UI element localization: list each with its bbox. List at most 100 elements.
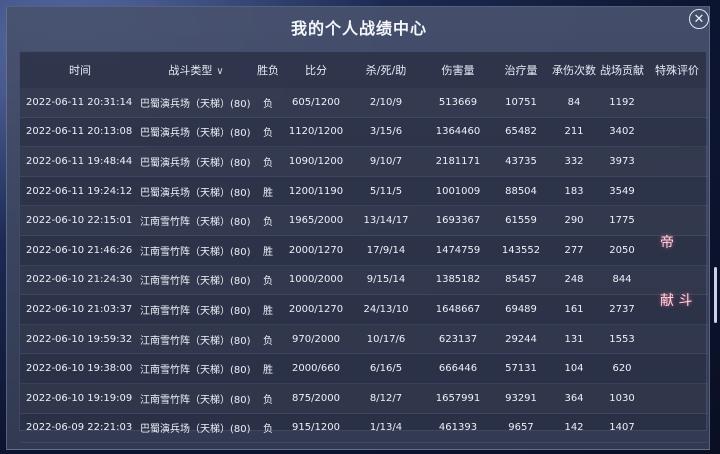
header-result: 胜负: [257, 64, 279, 77]
cell-score: 605/1200: [292, 96, 340, 108]
table-row[interactable]: 2022-06-11 19:48:44 巴蜀演兵场（天梯）(80) 负 1090/12…: [20, 147, 708, 177]
table-row[interactable]: 2022-06-10 21:03:37 江南雪竹阵（天梯）(80) 胜 2000/12…: [20, 295, 708, 325]
cell-contribution: 844: [612, 274, 632, 286]
cell-contribution: 620: [612, 363, 632, 375]
cell-damage: 1385182: [435, 274, 481, 286]
cell-battle-type: 巴蜀演兵场（天梯）(80): [140, 424, 251, 436]
cell-heal: 85457: [505, 274, 537, 286]
cell-damage: 623137: [438, 333, 478, 345]
cell-damage: 1657991: [435, 392, 481, 404]
special-eval-stamp: 献 斗: [660, 293, 693, 309]
cell-score: 915/1200: [292, 422, 340, 434]
cell-battle-type: 江南雪竹阵（天梯）(80): [140, 394, 251, 406]
cell-damage-taken: 104: [564, 363, 584, 375]
cell-damage-taken: 183: [564, 185, 584, 197]
table-row[interactable]: 2022-06-11 20:31:14 巴蜀演兵场（天梯）(80) 负 605/120…: [20, 88, 708, 118]
cell-result: 负: [263, 335, 273, 347]
cell-damage: 1474759: [435, 244, 481, 256]
cell-result: 胜: [263, 187, 273, 199]
header-kda: 杀/死/助: [365, 64, 407, 77]
table-row[interactable]: 2022-06-10 21:46:26 江南雪竹阵（天梯）(80) 胜 2000/12…: [20, 236, 708, 266]
cell-battle-type: 江南雪竹阵（天梯）(80): [140, 246, 251, 258]
close-icon[interactable]: ✕: [689, 9, 709, 29]
cell-score: 1965/2000: [288, 215, 344, 227]
cell-contribution: 2050: [609, 244, 635, 256]
cell-time: 2022-06-10 19:59:32: [26, 333, 133, 345]
cell-kda: 9/10/7: [369, 155, 403, 167]
cell-time: 2022-06-10 19:19:09: [26, 392, 133, 404]
cell-kda: 9/15/14: [366, 274, 406, 286]
cell-damage-taken: 277: [564, 244, 584, 256]
cell-time: 2022-06-11 20:13:08: [26, 126, 133, 138]
cell-time: 2022-06-11 19:24:12: [26, 185, 133, 197]
cell-score: 2000/660: [292, 363, 340, 375]
cell-battle-type: 巴蜀演兵场（天梯）(80): [140, 187, 251, 199]
cell-score: 1200/1190: [288, 185, 344, 197]
header-time: 时间: [69, 64, 91, 77]
cell-contribution: 1192: [609, 96, 635, 108]
cell-battle-type: 巴蜀演兵场（天梯）(80): [140, 128, 251, 140]
cell-damage: 2181171: [435, 155, 481, 167]
cell-contribution: 3549: [609, 185, 635, 197]
cell-damage: 461393: [438, 422, 478, 434]
scrollbar-thumb[interactable]: [714, 267, 717, 323]
cell-time: 2022-06-10 21:03:37: [26, 303, 133, 315]
header-damage: 伤害量: [441, 64, 475, 77]
cell-time: 2022-06-10 22:15:01: [26, 215, 133, 227]
header-battle-type[interactable]: 战斗类型 ∨: [140, 62, 252, 78]
header-heal: 治疗量: [504, 64, 538, 77]
cell-damage-taken: 364: [564, 392, 584, 404]
cell-score: 1000/2000: [288, 274, 344, 286]
table-header: 时间 战斗类型 ∨ 胜负 比分 杀/死/助 伤害量 治疗量 承伤次数 战场贡献 特…: [20, 52, 708, 88]
cell-damage-taken: 161: [564, 303, 584, 315]
special-eval-stamp: 帝: [660, 235, 674, 251]
cell-heal: 9657: [508, 422, 534, 434]
cell-kda: 3/15/6: [369, 126, 403, 138]
cell-battle-type: 江南雪竹阵（天梯）(80): [140, 335, 251, 347]
cell-kda: 6/16/5: [369, 363, 403, 375]
cell-damage: 666446: [438, 363, 478, 375]
table-row[interactable]: 2022-06-10 19:19:09 江南雪竹阵（天梯）(80) 负 875/200…: [20, 384, 708, 414]
cell-battle-type: 江南雪竹阵（天梯）(80): [140, 365, 251, 377]
cell-result: 负: [263, 128, 273, 140]
cell-contribution: 1407: [609, 422, 635, 434]
cell-battle-type: 江南雪竹阵（天梯）(80): [140, 276, 251, 288]
table-row[interactable]: 2022-06-11 19:24:12 巴蜀演兵场（天梯）(80) 胜 1200/11…: [20, 177, 708, 207]
table-row[interactable]: 2022-06-10 21:24:30 江南雪竹阵（天梯）(80) 负 1000/20…: [20, 266, 708, 296]
cell-time: 2022-06-09 22:21:03: [26, 422, 133, 434]
cell-heal: 65482: [505, 126, 537, 138]
cell-battle-type: 巴蜀演兵场（天梯）(80): [140, 98, 251, 110]
cell-result: 负: [263, 276, 273, 288]
cell-contribution: 1030: [609, 392, 635, 404]
cell-damage-taken: 131: [564, 333, 584, 345]
table-row[interactable]: 2022-06-10 22:15:01 江南雪竹阵（天梯）(80) 负 1965/20…: [20, 206, 708, 236]
cell-battle-type: 江南雪竹阵（天梯）(80): [140, 217, 251, 229]
header-special-eval: 特殊评价: [655, 64, 699, 77]
cell-result: 负: [263, 394, 273, 406]
cell-result: 胜: [263, 305, 273, 317]
table-row[interactable]: 2022-06-10 19:59:32 江南雪竹阵（天梯）(80) 负 970/200…: [20, 325, 708, 355]
cell-damage: 1693367: [435, 215, 481, 227]
header-damage-taken: 承伤次数: [552, 64, 596, 77]
cell-contribution: 1553: [609, 333, 635, 345]
table-row[interactable]: 2022-06-11 20:13:08 巴蜀演兵场（天梯）(80) 负 1120/12…: [20, 118, 708, 148]
filter-chevron-icon[interactable]: ∨: [216, 66, 223, 77]
cell-result: 负: [263, 157, 273, 169]
cell-score: 875/2000: [292, 392, 340, 404]
cell-kda: 2/10/9: [369, 96, 403, 108]
cell-contribution: 3402: [609, 126, 635, 138]
cell-kda: 8/12/7: [369, 392, 403, 404]
cell-contribution: 1775: [609, 215, 635, 227]
cell-time: 2022-06-10 21:46:26: [26, 244, 133, 256]
cell-damage: 513669: [438, 96, 478, 108]
table-row[interactable]: 2022-06-09 22:21:03 巴蜀演兵场（天梯）(80) 负 915/120…: [20, 414, 708, 444]
table-row[interactable]: 2022-06-10 19:38:00 江南雪竹阵（天梯）(80) 胜 2000/66…: [20, 354, 708, 384]
cell-result: 胜: [263, 246, 273, 258]
cell-heal: 143552: [501, 244, 541, 256]
header-battle-type-label: 战斗类型: [168, 64, 213, 77]
cell-damage-taken: 248: [564, 274, 584, 286]
cell-result: 负: [263, 98, 273, 110]
cell-contribution: 2737: [609, 303, 635, 315]
table-body: 2022-06-11 20:31:14 巴蜀演兵场（天梯）(80) 负 605/120…: [20, 88, 708, 444]
cell-damage-taken: 332: [564, 155, 584, 167]
